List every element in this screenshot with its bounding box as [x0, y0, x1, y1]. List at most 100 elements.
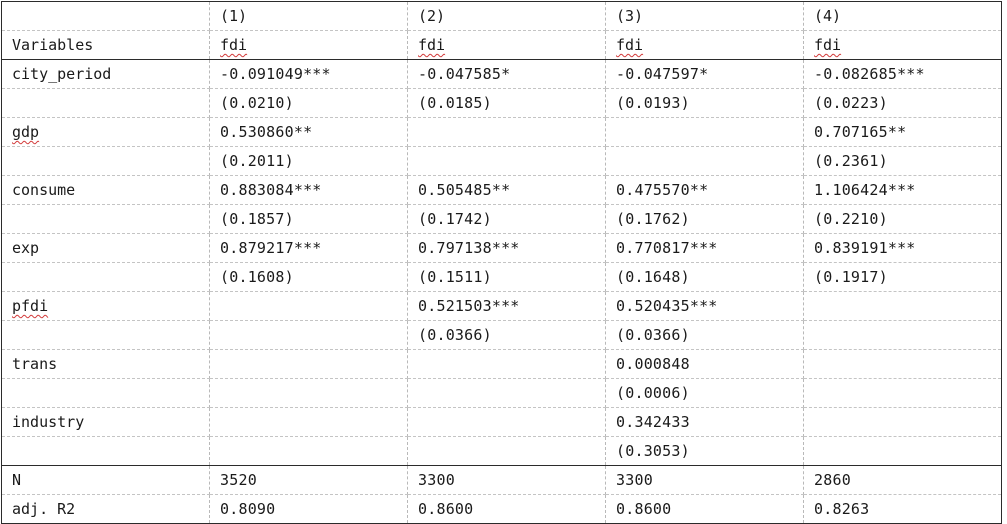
model-number-cell: (3): [605, 1, 804, 31]
se-row: (0.0210) (0.0185) (0.0193) (0.0223): [1, 88, 1002, 118]
dependent-var: fdi: [418, 36, 446, 54]
se-cell: [803, 378, 1002, 408]
stat-value: 0.8600: [407, 494, 606, 524]
se-cell: (0.0366): [407, 320, 606, 350]
se-row: (0.1608) (0.1511) (0.1648) (0.1917): [1, 262, 1002, 292]
coef-row: industry 0.342433: [1, 407, 1002, 437]
se-cell: [407, 146, 606, 176]
model-number-cell: (2): [407, 1, 606, 31]
coef-cell: 0.797138***: [407, 233, 606, 263]
coef-cell: [407, 349, 606, 379]
stat-value: 2860: [803, 465, 1002, 495]
stat-label: adj. R2: [1, 494, 210, 524]
dependent-var-cell: fdi: [605, 30, 804, 60]
se-cell: (0.1742): [407, 204, 606, 234]
coef-cell: [803, 291, 1002, 321]
regression-table: (1) (2) (3) (4) Variables fdi fdi fdi fd…: [1, 1, 1002, 524]
dependent-var: fdi: [616, 36, 644, 54]
variable-name: gdp: [12, 123, 40, 141]
se-cell: (0.1917): [803, 262, 1002, 292]
empty-cell: [1, 378, 210, 408]
se-cell: [209, 320, 408, 350]
empty-cell: [1, 204, 210, 234]
coef-cell: 0.879217***: [209, 233, 408, 263]
coef-row: pfdi 0.521503*** 0.520435***: [1, 291, 1002, 321]
se-cell: (0.2361): [803, 146, 1002, 176]
dependent-var-cell: fdi: [407, 30, 606, 60]
coef-cell: [803, 407, 1002, 437]
coef-cell: [209, 291, 408, 321]
se-cell: (0.0223): [803, 88, 1002, 118]
variables-header: Variables: [1, 30, 210, 60]
coef-row: exp 0.879217*** 0.797138*** 0.770817*** …: [1, 233, 1002, 263]
dependent-variable-row: Variables fdi fdi fdi fdi: [1, 30, 1002, 60]
empty-cell: [1, 88, 210, 118]
coef-cell: -0.091049***: [209, 59, 408, 89]
dependent-var-cell: fdi: [803, 30, 1002, 60]
stat-value: 0.8263: [803, 494, 1002, 524]
variable-name: city_period: [1, 59, 210, 89]
variable-name: consume: [1, 175, 210, 205]
coef-row: trans 0.000848: [1, 349, 1002, 379]
model-number-row: (1) (2) (3) (4): [1, 1, 1002, 31]
se-cell: (0.1648): [605, 262, 804, 292]
stat-value: 0.8600: [605, 494, 804, 524]
coef-cell: [209, 407, 408, 437]
stat-label: N: [1, 465, 210, 495]
se-cell: [209, 436, 408, 466]
empty-cell: [1, 436, 210, 466]
coef-cell: [407, 407, 606, 437]
dependent-var-cell: fdi: [209, 30, 408, 60]
coef-cell: 0.505485**: [407, 175, 606, 205]
variable-name-cell: pfdi: [1, 291, 210, 321]
variable-name: exp: [1, 233, 210, 263]
se-cell: [407, 436, 606, 466]
stat-value: 0.8090: [209, 494, 408, 524]
coef-cell: 0.883084***: [209, 175, 408, 205]
coef-cell: 0.000848: [605, 349, 804, 379]
se-cell: [605, 146, 804, 176]
variable-name: industry: [1, 407, 210, 437]
se-cell: (0.1608): [209, 262, 408, 292]
stat-value: 3300: [605, 465, 804, 495]
se-cell: (0.0185): [407, 88, 606, 118]
model-number-cell: [1, 1, 210, 31]
coef-cell: 0.342433: [605, 407, 804, 437]
se-cell: (0.0366): [605, 320, 804, 350]
se-cell: (0.2210): [803, 204, 1002, 234]
se-row: (0.3053): [1, 436, 1002, 466]
document-page: (1) (2) (3) (4) Variables fdi fdi fdi fd…: [1, 1, 1005, 524]
stat-value: 3520: [209, 465, 408, 495]
se-cell: (0.0210): [209, 88, 408, 118]
se-cell: [803, 436, 1002, 466]
se-cell: (0.1511): [407, 262, 606, 292]
coef-row: city_period -0.091049*** -0.047585* -0.0…: [1, 59, 1002, 89]
stats-row: N 3520 3300 3300 2860: [1, 465, 1002, 495]
se-cell: (0.0193): [605, 88, 804, 118]
coef-cell: -0.082685***: [803, 59, 1002, 89]
se-row: (0.2011) (0.2361): [1, 146, 1002, 176]
se-cell: (0.1857): [209, 204, 408, 234]
coef-cell: 0.839191***: [803, 233, 1002, 263]
se-cell: (0.0006): [605, 378, 804, 408]
se-row: (0.0366) (0.0366): [1, 320, 1002, 350]
coef-cell: 0.770817***: [605, 233, 804, 263]
coef-row: gdp 0.530860** 0.707165**: [1, 117, 1002, 147]
se-cell: [803, 320, 1002, 350]
coef-cell: -0.047585*: [407, 59, 606, 89]
se-cell: (0.1762): [605, 204, 804, 234]
stat-value: 3300: [407, 465, 606, 495]
empty-cell: [1, 320, 210, 350]
coef-cell: [209, 349, 408, 379]
coef-row: consume 0.883084*** 0.505485** 0.475570*…: [1, 175, 1002, 205]
se-cell: (0.2011): [209, 146, 408, 176]
coef-cell: -0.047597*: [605, 59, 804, 89]
variable-name: pfdi: [12, 297, 49, 315]
coef-cell: 0.707165**: [803, 117, 1002, 147]
se-cell: (0.3053): [605, 436, 804, 466]
se-cell: [209, 378, 408, 408]
coef-cell: 0.520435***: [605, 291, 804, 321]
dependent-var: fdi: [814, 36, 842, 54]
model-number-cell: (1): [209, 1, 408, 31]
coef-cell: 0.530860**: [209, 117, 408, 147]
